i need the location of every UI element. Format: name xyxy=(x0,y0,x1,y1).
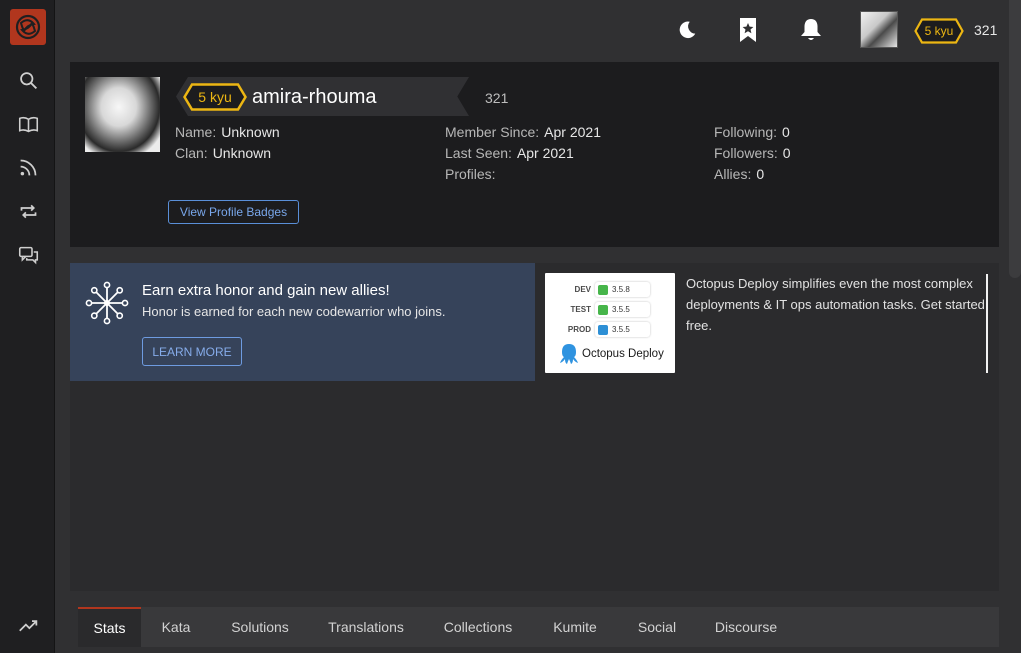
tab-solutions[interactable]: Solutions xyxy=(211,607,309,647)
network-icon xyxy=(85,281,129,325)
pending-icon xyxy=(598,324,608,335)
env-version: 3.5.5 xyxy=(612,305,630,314)
followers-value: 0 xyxy=(782,145,791,161)
chat-icon[interactable] xyxy=(17,244,39,266)
profile-avatar xyxy=(85,77,160,152)
following-value: 0 xyxy=(782,124,790,140)
profile-honor: 321 xyxy=(485,90,509,106)
view-profile-badges-button[interactable]: View Profile Badges xyxy=(168,200,299,224)
book-icon[interactable] xyxy=(17,113,39,135)
sidebar xyxy=(0,0,55,653)
scrollbar[interactable] xyxy=(1009,0,1021,278)
name-value: Unknown xyxy=(221,124,280,140)
check-icon xyxy=(598,304,608,315)
tab-kata[interactable]: Kata xyxy=(141,607,211,647)
info-followers: Followers: 0 xyxy=(714,145,791,161)
info-profiles: Profiles: xyxy=(445,166,501,182)
info-last-seen: Last Seen: Apr 2021 xyxy=(445,145,574,161)
octopus-brand: Octopus Deploy xyxy=(582,348,664,360)
ad-text[interactable]: Octopus Deploy simplifies even the most … xyxy=(686,273,986,336)
member-label: Member Since: xyxy=(445,124,540,140)
env-version: 3.5.5 xyxy=(612,325,630,334)
tab-translations[interactable]: Translations xyxy=(309,607,423,647)
info-member-since: Member Since: Apr 2021 xyxy=(445,124,601,140)
tab-social[interactable]: Social xyxy=(617,607,697,647)
trending-icon[interactable] xyxy=(17,614,39,636)
name-label: Name: xyxy=(175,124,217,140)
honor-promo-panel: Earn extra honor and gain new allies! Ho… xyxy=(70,263,535,381)
codewars-logo-icon[interactable] xyxy=(10,9,46,45)
env-label: PROD xyxy=(567,325,591,334)
info-allies: Allies: 0 xyxy=(714,166,764,182)
allies-label: Allies: xyxy=(714,166,752,182)
clan-label: Clan: xyxy=(175,145,208,161)
member-value: Apr 2021 xyxy=(544,124,601,140)
profile-card: 5 kyu amira-rhouma 321 Name: Unknown Clan… xyxy=(70,62,999,247)
info-clan: Clan: Unknown xyxy=(175,145,271,161)
octopus-logo: Octopus Deploy xyxy=(559,343,664,365)
rss-icon[interactable] xyxy=(17,156,39,178)
tab-kumite[interactable]: Kumite xyxy=(533,607,617,647)
octopus-icon xyxy=(560,344,578,364)
tab-discourse[interactable]: Discourse xyxy=(697,607,795,647)
ad-panel[interactable]: DEV 3.5.8 TEST 3.5.5 PROD 3.5.5 Octopus … xyxy=(535,263,999,591)
octopus-ad-image[interactable]: DEV 3.5.8 TEST 3.5.5 PROD 3.5.5 Octopus … xyxy=(545,273,675,373)
bookmark-star-icon[interactable] xyxy=(735,15,761,45)
tab-collections[interactable]: Collections xyxy=(423,607,533,647)
username: amira-rhouma xyxy=(252,86,377,108)
allies-value: 0 xyxy=(756,166,765,182)
following-label: Following: xyxy=(714,124,778,140)
env-version-box: 3.5.5 xyxy=(595,322,650,337)
seen-value: Apr 2021 xyxy=(516,145,574,161)
profile-tabs: Stats Kata Solutions Translations Collec… xyxy=(78,607,999,647)
env-version-box: 3.5.5 xyxy=(595,302,650,317)
env-version: 3.5.8 xyxy=(612,285,630,294)
moon-icon[interactable] xyxy=(674,15,700,45)
learn-more-button[interactable]: LEARN MORE xyxy=(142,337,242,366)
profile-kyu-badge: 5 kyu xyxy=(183,83,247,111)
followers-label: Followers: xyxy=(714,145,778,161)
env-row-test: TEST 3.5.5 xyxy=(545,302,650,317)
top-kyu-label: 5 kyu xyxy=(924,24,954,38)
profile-kyu-label: 5 kyu xyxy=(198,89,232,105)
search-icon[interactable] xyxy=(17,69,39,91)
env-label: DEV xyxy=(574,285,591,294)
tab-stats[interactable]: Stats xyxy=(78,607,141,647)
ad-divider xyxy=(986,274,988,373)
repeat-icon[interactable] xyxy=(17,200,39,222)
info-name: Name: Unknown xyxy=(175,124,280,140)
env-label: TEST xyxy=(570,305,591,314)
bell-icon[interactable] xyxy=(798,15,824,45)
honor-panel-lower xyxy=(70,381,535,591)
clan-value: Unknown xyxy=(212,145,272,161)
profiles-label: Profiles: xyxy=(445,166,496,182)
top-honor: 321 xyxy=(974,22,998,38)
top-kyu-badge: 5 kyu xyxy=(914,18,964,44)
info-following: Following: 0 xyxy=(714,124,790,140)
check-icon xyxy=(598,284,608,295)
seen-label: Last Seen: xyxy=(445,145,512,161)
env-row-dev: DEV 3.5.8 xyxy=(545,282,650,297)
honor-promo-subtitle: Honor is earned for each new codewarrior… xyxy=(142,304,446,319)
honor-promo-title: Earn extra honor and gain new allies! xyxy=(142,282,390,299)
env-version-box: 3.5.8 xyxy=(595,282,650,297)
env-row-prod: PROD 3.5.5 xyxy=(545,322,650,337)
user-avatar[interactable] xyxy=(860,11,898,48)
